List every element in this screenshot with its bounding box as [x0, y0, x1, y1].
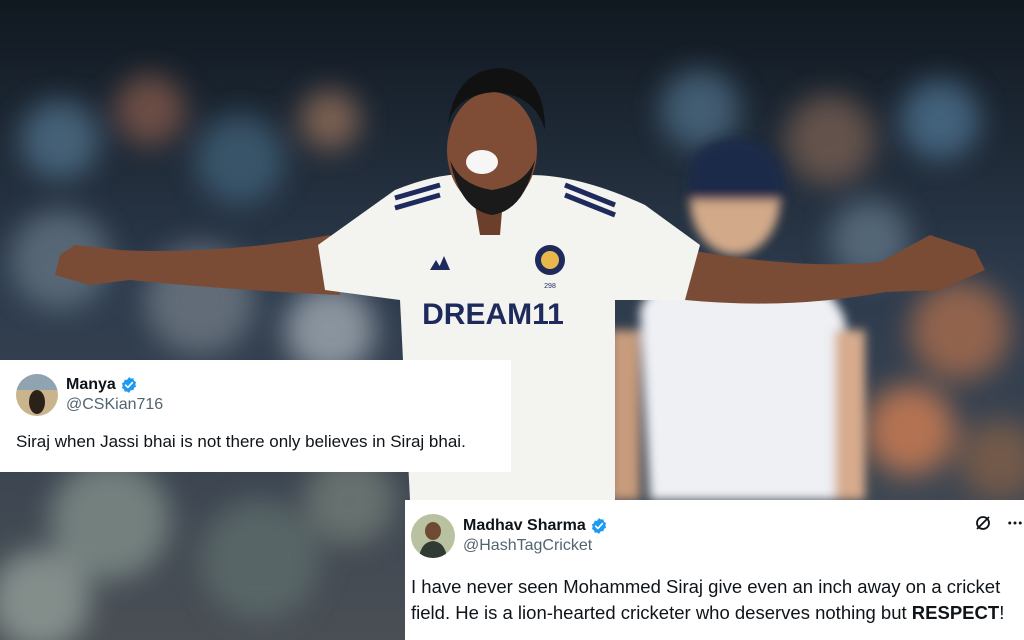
tweet-text-emphasis: RESPECT — [911, 602, 1000, 624]
display-name[interactable]: Madhav Sharma — [463, 517, 586, 535]
display-name[interactable]: Manya — [66, 376, 116, 394]
user-handle[interactable]: @HashTagCricket — [463, 537, 608, 555]
jersey-number: 298 — [544, 283, 556, 290]
jersey-sponsor: DREAM11 — [422, 298, 564, 331]
avatar[interactable] — [411, 514, 455, 558]
verified-badge-icon — [591, 518, 606, 534]
tweet-header: Manya @CSKian716 — [16, 374, 495, 416]
tweet-text-end: ! — [999, 602, 1005, 624]
tweet-text: Siraj when Jassi bhai is not there only … — [16, 432, 466, 451]
tweet-card-manya[interactable]: Manya @CSKian716 Siraj when Jassi bhai i… — [0, 360, 511, 472]
tweet-text: I have never seen Mohammed Siraj give ev… — [411, 574, 1024, 627]
tweet-actions — [960, 514, 1024, 532]
tweet-header: Madhav Sharma @HashTagCricket — [411, 514, 1024, 558]
verified-badge-icon — [121, 377, 136, 393]
avatar[interactable] — [16, 374, 58, 416]
tweet-card-madhav-sharma[interactable]: Madhav Sharma @HashTagCricket I have nev… — [405, 500, 1024, 640]
user-handle[interactable]: @CSKian716 — [66, 396, 163, 414]
more-options-icon[interactable] — [1006, 514, 1024, 532]
grok-icon[interactable] — [974, 514, 992, 532]
